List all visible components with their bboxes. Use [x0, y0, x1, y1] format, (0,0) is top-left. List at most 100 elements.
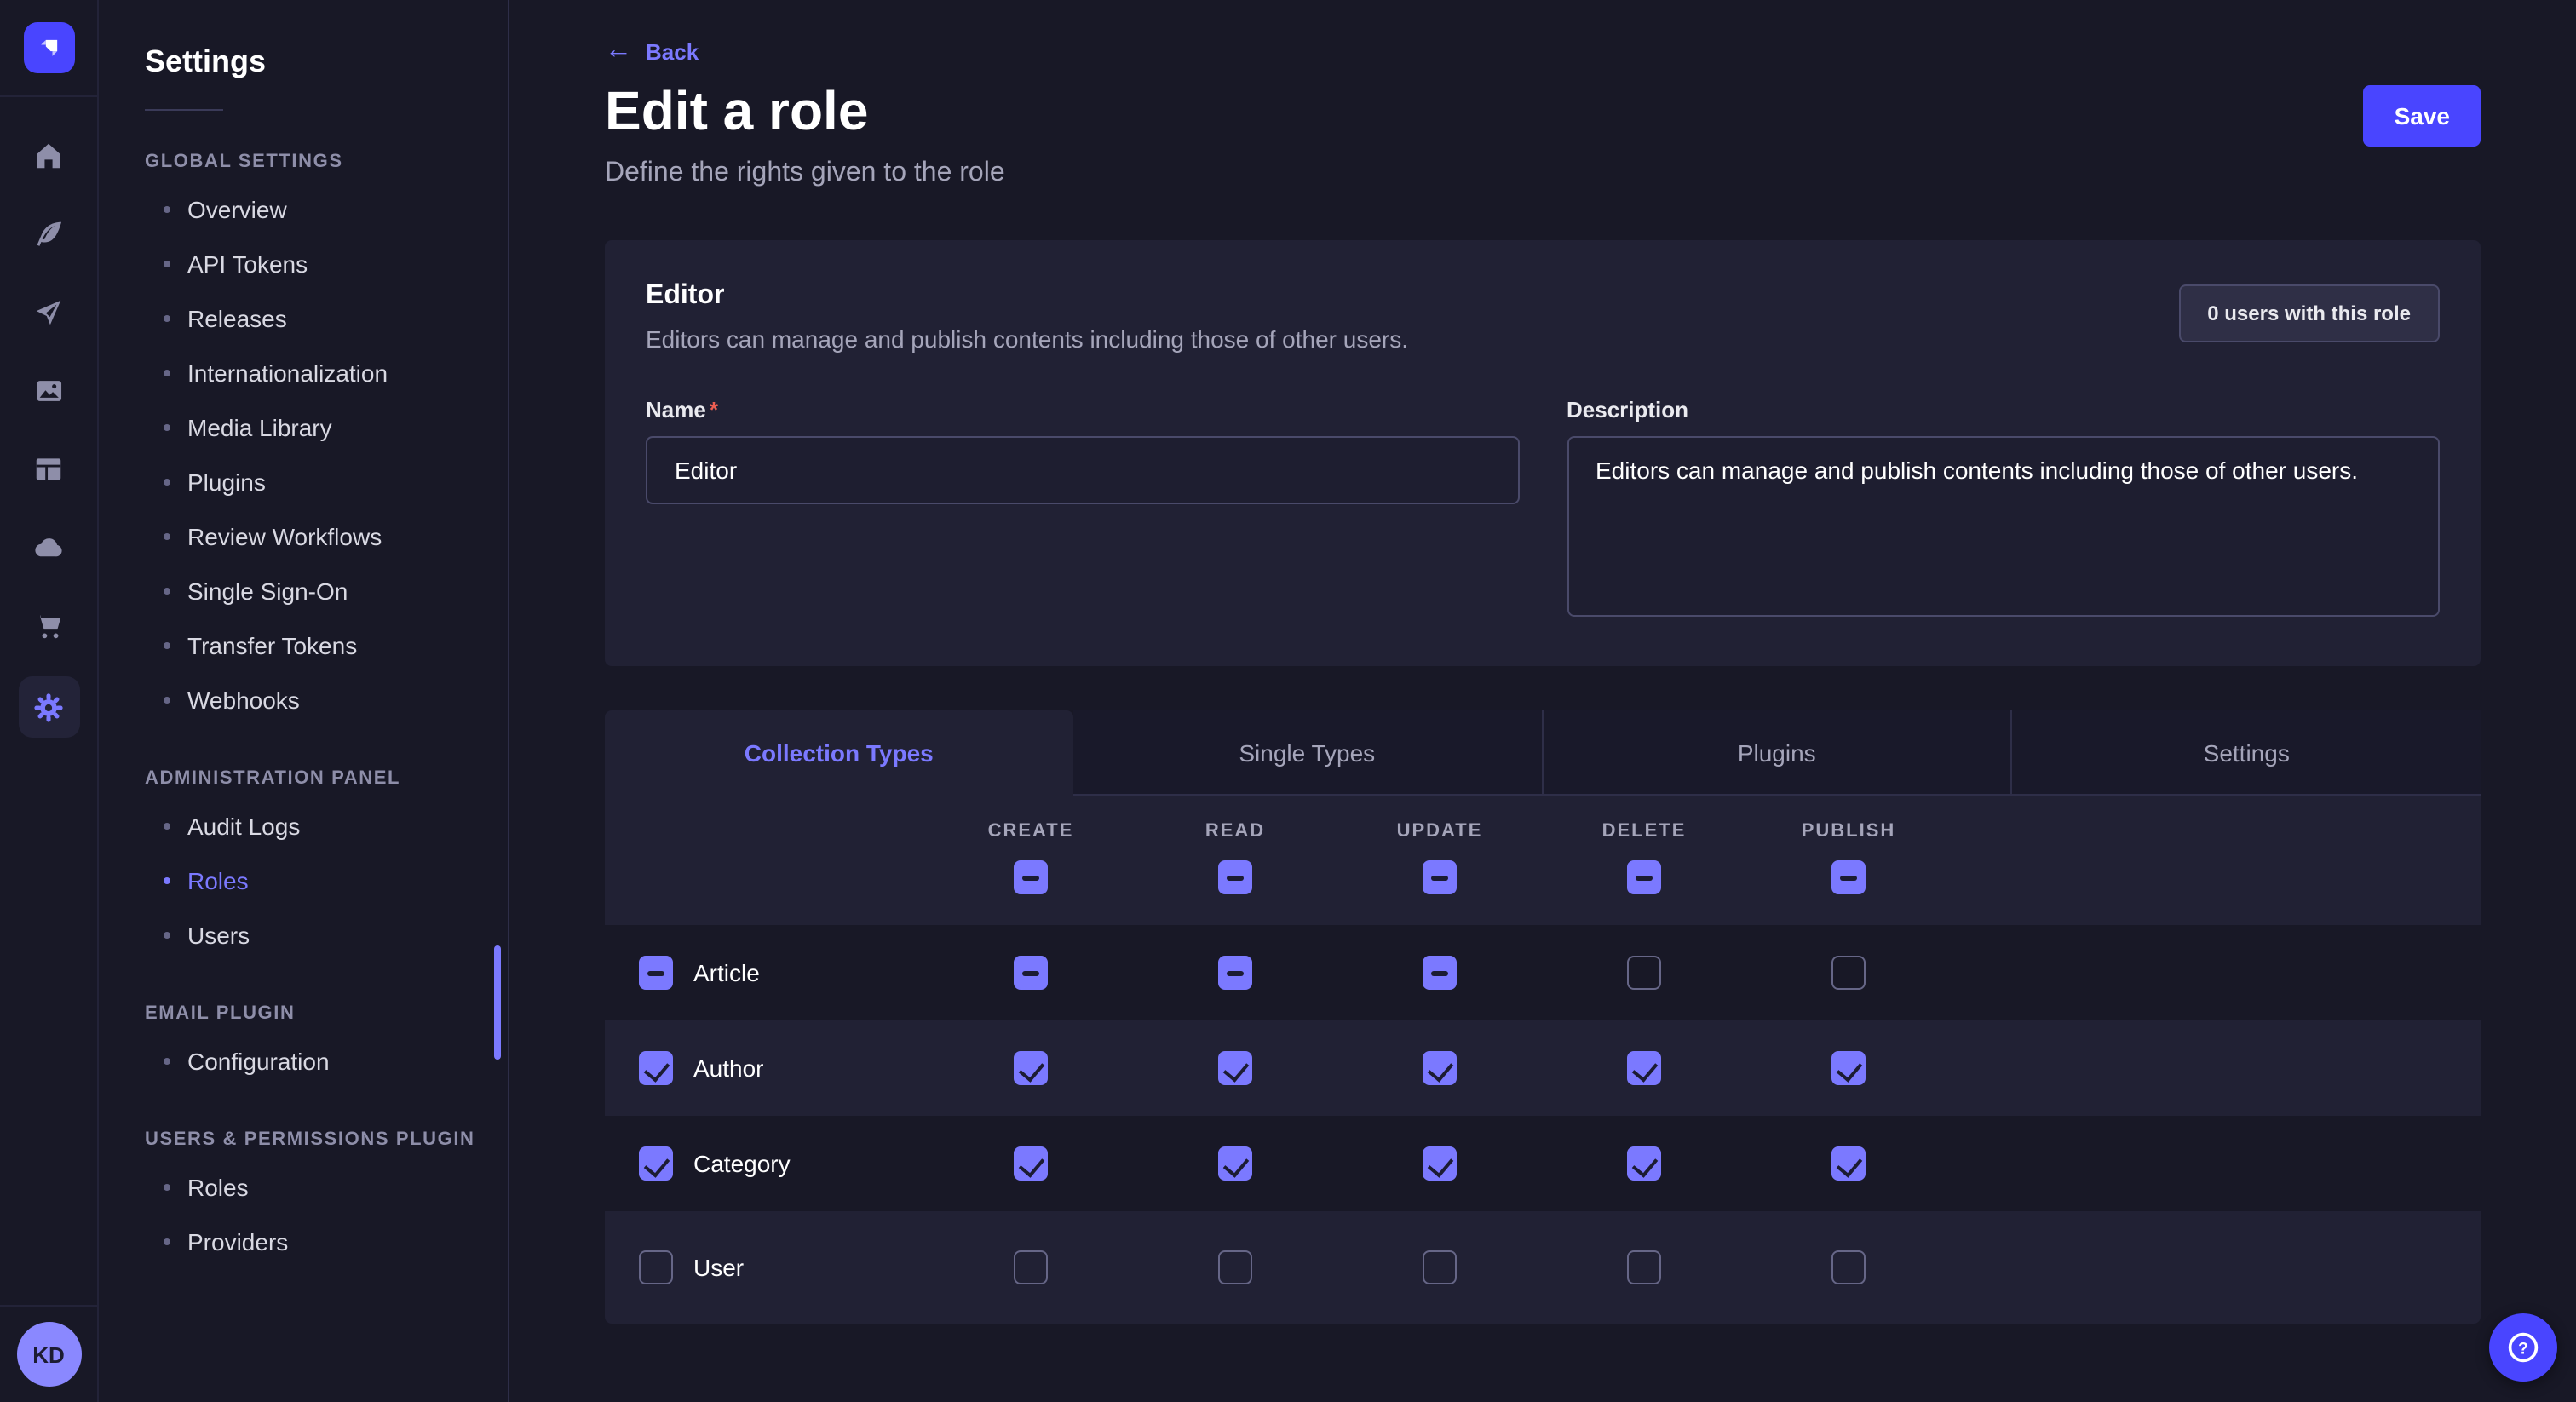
- gear-icon[interactable]: [18, 676, 79, 738]
- subnav-item-internationalization[interactable]: Internationalization: [99, 346, 508, 400]
- required-asterisk: *: [710, 397, 718, 422]
- permissions-header-row: CREATEREADUPDATEDELETEPUBLISH: [605, 796, 2481, 925]
- author-publish-checkbox-checked[interactable]: [1831, 1051, 1866, 1085]
- user-delete-checkbox-unchecked[interactable]: [1627, 1250, 1661, 1284]
- perm-cell-user-create: [929, 1250, 1133, 1284]
- perm-cell-article-update: [1337, 956, 1542, 990]
- category-row-checkbox-checked[interactable]: [639, 1146, 673, 1181]
- bullet-icon: [164, 424, 170, 431]
- subnav-item-label: Single Sign-On: [187, 577, 348, 605]
- name-field-group: Name*: [646, 397, 1519, 625]
- author-delete-checkbox-checked[interactable]: [1627, 1051, 1661, 1085]
- tab-single-types[interactable]: Single Types: [1073, 710, 1542, 796]
- author-create-checkbox-checked[interactable]: [1014, 1051, 1048, 1085]
- category-publish-checkbox-checked[interactable]: [1831, 1146, 1866, 1181]
- bullet-icon: [164, 823, 170, 830]
- back-arrow-icon: ←: [605, 37, 632, 65]
- bullet-icon: [164, 697, 170, 704]
- bullet-icon: [164, 1238, 170, 1245]
- paper-plane-icon[interactable]: [21, 284, 76, 339]
- perm-cell-category-publish: [1746, 1146, 1951, 1181]
- select-all-delete-checkbox-indeterminate[interactable]: [1627, 860, 1661, 894]
- subnav-item-overview[interactable]: Overview: [99, 182, 508, 237]
- back-link[interactable]: ← Back: [605, 37, 699, 65]
- author-row-checkbox-checked[interactable]: [639, 1051, 673, 1085]
- category-update-checkbox-checked[interactable]: [1423, 1146, 1457, 1181]
- page-subtitle: Define the rights given to the role: [605, 158, 1005, 189]
- user-create-checkbox-unchecked[interactable]: [1014, 1250, 1048, 1284]
- subnav-scrollbar-thumb[interactable]: [494, 945, 501, 1060]
- help-button[interactable]: ?: [2489, 1313, 2557, 1382]
- subnav-item-media-library[interactable]: Media Library: [99, 400, 508, 455]
- tab-collection-types[interactable]: Collection Types: [605, 710, 1073, 796]
- subnav-item-label: Roles: [187, 1174, 249, 1201]
- bullet-icon: [164, 206, 170, 213]
- perm-row-author: Author: [605, 1020, 2481, 1116]
- subnav-item-review-workflows[interactable]: Review Workflows: [99, 509, 508, 564]
- user-update-checkbox-unchecked[interactable]: [1423, 1250, 1457, 1284]
- category-read-checkbox-checked[interactable]: [1218, 1146, 1252, 1181]
- tab-settings[interactable]: Settings: [2011, 710, 2481, 796]
- subnav-item-releases[interactable]: Releases: [99, 291, 508, 346]
- subnav-item-label: Webhooks: [187, 687, 300, 714]
- subnav-item-audit-logs[interactable]: Audit Logs: [99, 799, 508, 853]
- article-create-checkbox-indeterminate[interactable]: [1014, 956, 1048, 990]
- feather-icon[interactable]: [21, 206, 76, 261]
- subnav-item-single-sign-on[interactable]: Single Sign-On: [99, 564, 508, 618]
- settings-subnav: Settings GLOBAL SETTINGSOverviewAPI Toke…: [99, 0, 509, 1402]
- article-read-checkbox-indeterminate[interactable]: [1218, 956, 1252, 990]
- article-update-checkbox-indeterminate[interactable]: [1423, 956, 1457, 990]
- user-publish-checkbox-unchecked[interactable]: [1831, 1250, 1866, 1284]
- save-button[interactable]: Save: [2364, 85, 2481, 147]
- subnav-item-roles[interactable]: Roles: [99, 1160, 508, 1215]
- article-row-checkbox-indeterminate[interactable]: [639, 956, 673, 990]
- question-icon: ?: [2504, 1329, 2542, 1366]
- users-with-role-button[interactable]: 0 users with this role: [2178, 284, 2440, 342]
- tab-plugins[interactable]: Plugins: [1541, 710, 2011, 796]
- cart-icon[interactable]: [21, 598, 76, 652]
- subnav-item-plugins[interactable]: Plugins: [99, 455, 508, 509]
- cloud-icon[interactable]: [21, 520, 76, 574]
- strapi-logo[interactable]: [23, 22, 74, 73]
- bullet-icon: [164, 1058, 170, 1065]
- article-publish-checkbox-unchecked[interactable]: [1831, 956, 1866, 990]
- subnav-item-configuration[interactable]: Configuration: [99, 1034, 508, 1089]
- user-row-checkbox-unchecked[interactable]: [639, 1250, 673, 1284]
- author-read-checkbox-checked[interactable]: [1218, 1051, 1252, 1085]
- select-all-create-checkbox-indeterminate[interactable]: [1014, 860, 1048, 894]
- select-all-publish-checkbox-indeterminate[interactable]: [1831, 860, 1866, 894]
- user-read-checkbox-unchecked[interactable]: [1218, 1250, 1252, 1284]
- name-label: Name*: [646, 397, 1519, 422]
- perm-cell-article-create: [929, 956, 1133, 990]
- perm-cell-user-publish: [1746, 1250, 1951, 1284]
- bullet-icon: [164, 479, 170, 486]
- subnav-item-webhooks[interactable]: Webhooks: [99, 673, 508, 727]
- bullet-icon: [164, 588, 170, 595]
- subnav-item-providers[interactable]: Providers: [99, 1215, 508, 1269]
- home-icon[interactable]: [21, 128, 76, 182]
- select-all-read-checkbox-indeterminate[interactable]: [1218, 860, 1252, 894]
- subnav-item-users[interactable]: Users: [99, 908, 508, 962]
- subnav-item-label: Roles: [187, 867, 249, 894]
- perm-row-label-cell: Category: [639, 1146, 929, 1181]
- perm-row-article: Article: [605, 925, 2481, 1020]
- name-input[interactable]: [646, 436, 1519, 504]
- subnav-item-roles[interactable]: Roles: [99, 853, 508, 908]
- description-textarea[interactable]: Editors can manage and publish contents …: [1567, 436, 2440, 617]
- user-avatar[interactable]: KD: [16, 1322, 81, 1387]
- bullet-icon: [164, 370, 170, 376]
- author-update-checkbox-checked[interactable]: [1423, 1051, 1457, 1085]
- permissions-table: CREATEREADUPDATEDELETEPUBLISH ArticleAut…: [605, 796, 2481, 1324]
- select-all-update-checkbox-indeterminate[interactable]: [1423, 860, 1457, 894]
- perm-column-update: UPDATE: [1337, 796, 1542, 894]
- subnav-item-api-tokens[interactable]: API Tokens: [99, 237, 508, 291]
- category-delete-checkbox-checked[interactable]: [1627, 1146, 1661, 1181]
- layout-icon[interactable]: [21, 441, 76, 496]
- perm-column-label: PUBLISH: [1802, 821, 1896, 842]
- article-delete-checkbox-unchecked[interactable]: [1627, 956, 1661, 990]
- category-create-checkbox-checked[interactable]: [1014, 1146, 1048, 1181]
- media-images-icon[interactable]: [21, 363, 76, 417]
- subnav-item-label: Overview: [187, 196, 287, 223]
- subnav-item-transfer-tokens[interactable]: Transfer Tokens: [99, 618, 508, 673]
- perm-cell-category-read: [1133, 1146, 1337, 1181]
